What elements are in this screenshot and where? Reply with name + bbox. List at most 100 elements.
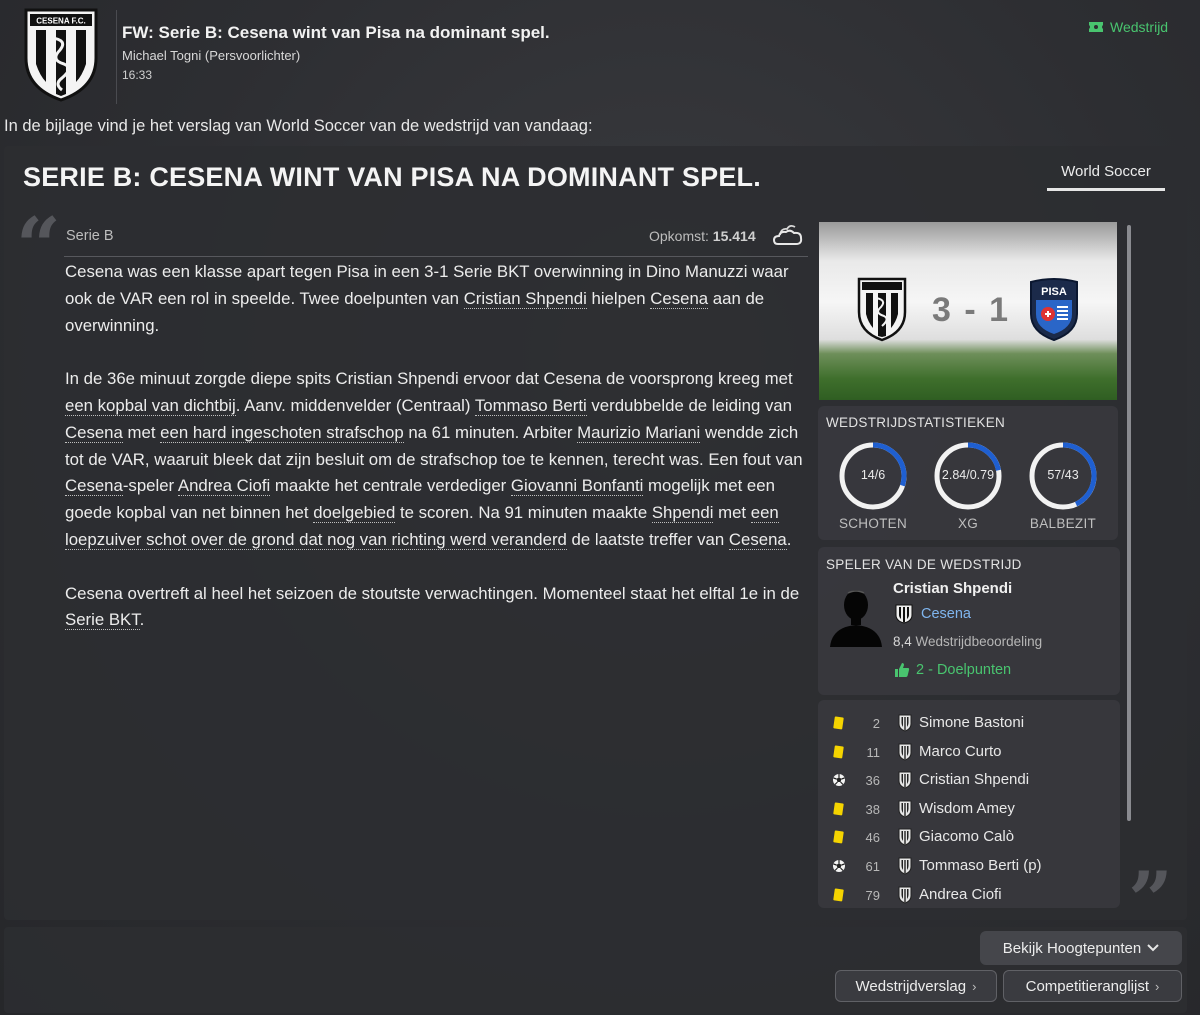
article-paragraph: In de 36e minuut zorgde diepe spits Cris… [65,366,811,554]
stat-label: XG [957,516,979,531]
final-score: 3 - 1 [932,291,1011,329]
event-minute: 79 [865,887,880,903]
match-report-button[interactable]: Wedstrijdverslag › [835,970,997,1002]
cesena-crest-icon: CESENA F.C. [24,8,98,102]
article-link[interactable]: Shpendi [651,503,714,524]
article-link[interactable]: Cristian Shpendi [463,288,587,309]
pisa-crest-text: PISA [1041,286,1067,298]
chevron-right-icon: › [972,978,977,994]
attendance: Opkomst: 15.414 [649,228,756,244]
potm-goals-label: 2 - Doelpunten [916,662,1012,678]
article-link[interactable]: Giovanni Bonfanti [510,476,644,497]
player-avatar-icon[interactable] [828,585,884,647]
event-minute: 36 [865,773,880,789]
match-report-label: Wedstrijdverslag [855,977,967,995]
article-body: Cesena was een klasse apart tegen Pisa i… [65,259,811,661]
article-link[interactable]: Cesena [65,422,123,443]
message-intro: In de bijlage vind je het verslag van Wo… [4,117,593,135]
event-row[interactable]: 2 Simone Bastoni [818,709,1120,738]
event-minute: 38 [865,801,880,817]
stat-value: 14/6 [860,468,886,482]
article-text: te scoren. Na 91 minuten maakte [395,503,652,523]
article-link[interactable]: een hard ingeschoten strafschop [160,422,404,443]
yellow-card-icon [833,716,844,730]
event-minute: 11 [866,744,881,760]
event-player[interactable]: Andrea Ciofi [919,886,1002,903]
article-text: . [786,529,792,549]
event-row[interactable]: 61 Tommaso Berti (p) [818,852,1120,881]
article-link[interactable]: Serie BKT [65,610,140,631]
potm-name[interactable]: Cristian Shpendi [893,580,1012,597]
article-link[interactable]: Maurizio Mariani [577,422,701,443]
stat-label: SCHOTEN [838,516,908,531]
article-link[interactable]: doelgebied [313,503,396,524]
yellow-card-icon [833,802,844,816]
article-paragraph: Cesena was een klasse apart tegen Pisa i… [65,259,811,339]
sidebar-scrollbar[interactable] [1127,225,1131,821]
event-player[interactable]: Giacomo Calò [919,828,1014,845]
article-text: Cesena overtreft al heel het seizoen de … [65,583,800,603]
tab-world-soccer[interactable]: World Soccer [1047,163,1165,191]
view-highlights-button[interactable]: Bekijk Hoogtepunten [980,931,1182,965]
chevron-right-icon: › [1155,978,1160,994]
article-link[interactable]: Cesena [728,529,787,550]
event-player[interactable]: Wisdom Amey [919,800,1015,817]
event-row[interactable]: 46 Giacomo Calò [818,823,1120,852]
event-player[interactable]: Simone Bastoni [919,714,1024,731]
article-text: -speler [122,476,178,496]
event-row[interactable]: 38 Wisdom Amey [818,795,1120,824]
stat-value: 57/43 [1047,468,1079,482]
article-text: hielpen [586,288,651,308]
potm-rating: 8,4 Wedstrijdbeoordeling [893,634,1042,649]
event-player[interactable]: Marco Curto [919,743,1002,760]
match-tag[interactable]: Wedstrijd [1088,19,1168,35]
message-time: 16:33 [122,68,153,82]
competition-label: Serie B [66,228,114,244]
cesena-crest-icon[interactable] [856,276,908,342]
football-icon [833,774,845,787]
potm-title: SPELER VAN DE WEDSTRIJD [826,557,1022,572]
event-row[interactable]: 11 Marco Curto [818,738,1120,767]
league-table-button[interactable]: Competitieranglijst › [1003,970,1182,1002]
attendance-label: Opkomst: [649,228,709,244]
yellow-card-icon [833,888,844,901]
stat-value: 2.84/0.79 [941,468,995,482]
event-player[interactable]: Cristian Shpendi [919,771,1029,788]
cesena-crest-icon [898,714,912,732]
cesena-crest-icon [898,886,912,904]
article-link[interactable]: Andrea Ciofi [177,476,271,497]
potm-rating-label: Wedstrijdbeoordeling [915,634,1043,649]
article-link[interactable]: Tommaso Berti [474,395,587,416]
event-row[interactable]: 79 Andrea Ciofi [818,881,1120,910]
event-player[interactable]: Tommaso Berti (p) [919,857,1042,874]
pisa-crest-icon[interactable]: PISA [1028,276,1080,342]
article-text: met [713,503,751,523]
message-sender[interactable]: Michael Togni (Persvoorlichter) [122,48,300,63]
article-headline: SERIE B: CESENA WINT VAN PISA NA DOMINAN… [23,162,761,192]
potm-club-link[interactable]: Cesena [921,606,971,622]
article-text: . Aanv. middenvelder (Centraal) [235,395,475,415]
article-link[interactable]: Cesena [650,288,709,309]
stats-title: WEDSTRIJDSTATISTIEKEN [826,415,1006,430]
event-row[interactable]: 36 Cristian Shpendi [818,766,1120,795]
cesena-crest-icon [898,771,912,789]
event-minute: 2 [872,716,880,731]
svg-text:CESENA F.C.: CESENA F.C. [36,17,86,26]
meta-divider [64,256,808,257]
stat-label: BALBEZIT [1029,516,1097,531]
yellow-card-icon [833,830,844,844]
article-link[interactable]: een kopbal van dichtbij [65,395,236,416]
league-table-label: Competitieranglijst [1025,977,1150,995]
article-link[interactable]: Cesena [65,476,123,497]
thumbs-up-icon [895,663,910,677]
event-minute: 46 [865,830,880,846]
cloudy-icon [772,224,803,245]
potm-goals: 2 - Doelpunten [894,662,1011,678]
cesena-crest-icon [898,743,912,761]
header-divider [116,10,117,104]
yellow-card-icon [833,745,844,758]
potm-rating-value: 8,4 [893,634,912,649]
message-subject: FW: Serie B: Cesena wint van Pisa na dom… [122,23,550,42]
article-text: . [139,610,145,630]
article-text: met [122,422,161,442]
